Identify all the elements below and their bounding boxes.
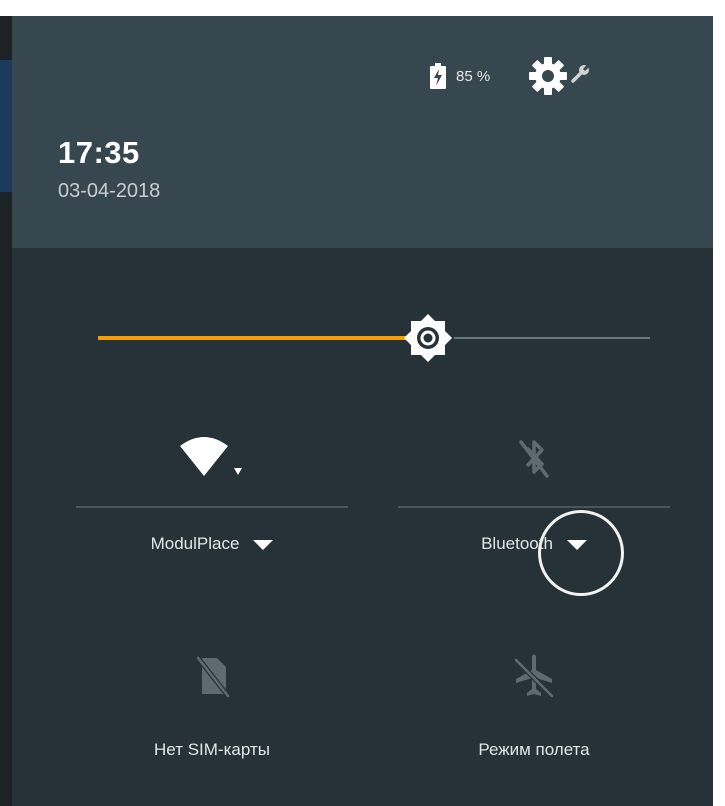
background-app-accent xyxy=(0,60,12,192)
background-app-edge xyxy=(0,16,12,806)
battery-percentage: 85 % xyxy=(456,67,491,85)
wifi-icon xyxy=(172,434,252,487)
clock-date[interactable]: 03-04-2018 xyxy=(58,180,160,203)
wifi-tile[interactable]: ModulPlace xyxy=(76,428,348,554)
brightness-thumb-icon[interactable] xyxy=(402,312,454,364)
brightness-track-filled xyxy=(98,336,428,340)
bluetooth-off-icon xyxy=(514,434,554,487)
airplane-mode-label: Режим полета xyxy=(478,740,590,759)
airplane-mode-off-icon xyxy=(510,652,558,705)
bluetooth-divider xyxy=(398,506,670,508)
status-row: 85 % xyxy=(430,56,592,96)
airplane-mode-toggle[interactable] xyxy=(398,646,670,710)
tutorial-highlight-circle xyxy=(538,510,624,596)
wifi-network-name: ModulPlace xyxy=(150,534,240,553)
chevron-down-icon[interactable] xyxy=(253,538,274,550)
sim-tile[interactable]: Нет SIM-карты xyxy=(76,646,348,760)
sim-toggle[interactable] xyxy=(76,646,348,710)
battery-charging-icon xyxy=(430,63,446,89)
sim-label: Нет SIM-карты xyxy=(154,740,270,759)
no-sim-icon xyxy=(192,652,232,705)
clock-time[interactable]: 17:35 xyxy=(58,135,140,171)
bluetooth-toggle[interactable] xyxy=(398,428,670,492)
wifi-divider xyxy=(76,506,348,508)
quick-settings-panel: 85 % 17:35 03-04-2018 ModulPlace Bluetoo… xyxy=(12,16,713,806)
quick-settings-header: 85 % 17:35 03-04-2018 xyxy=(12,16,713,248)
wrench-icon xyxy=(570,62,592,84)
wifi-toggle[interactable] xyxy=(76,428,348,492)
brightness-slider[interactable] xyxy=(98,313,650,363)
settings-gear-icon[interactable] xyxy=(528,56,568,96)
airplane-mode-tile[interactable]: Режим полета xyxy=(398,646,670,760)
bluetooth-tile[interactable]: Bluetooth xyxy=(398,428,670,554)
wifi-details-button[interactable]: ModulPlace xyxy=(151,534,274,554)
brightness-track-empty xyxy=(454,337,650,339)
